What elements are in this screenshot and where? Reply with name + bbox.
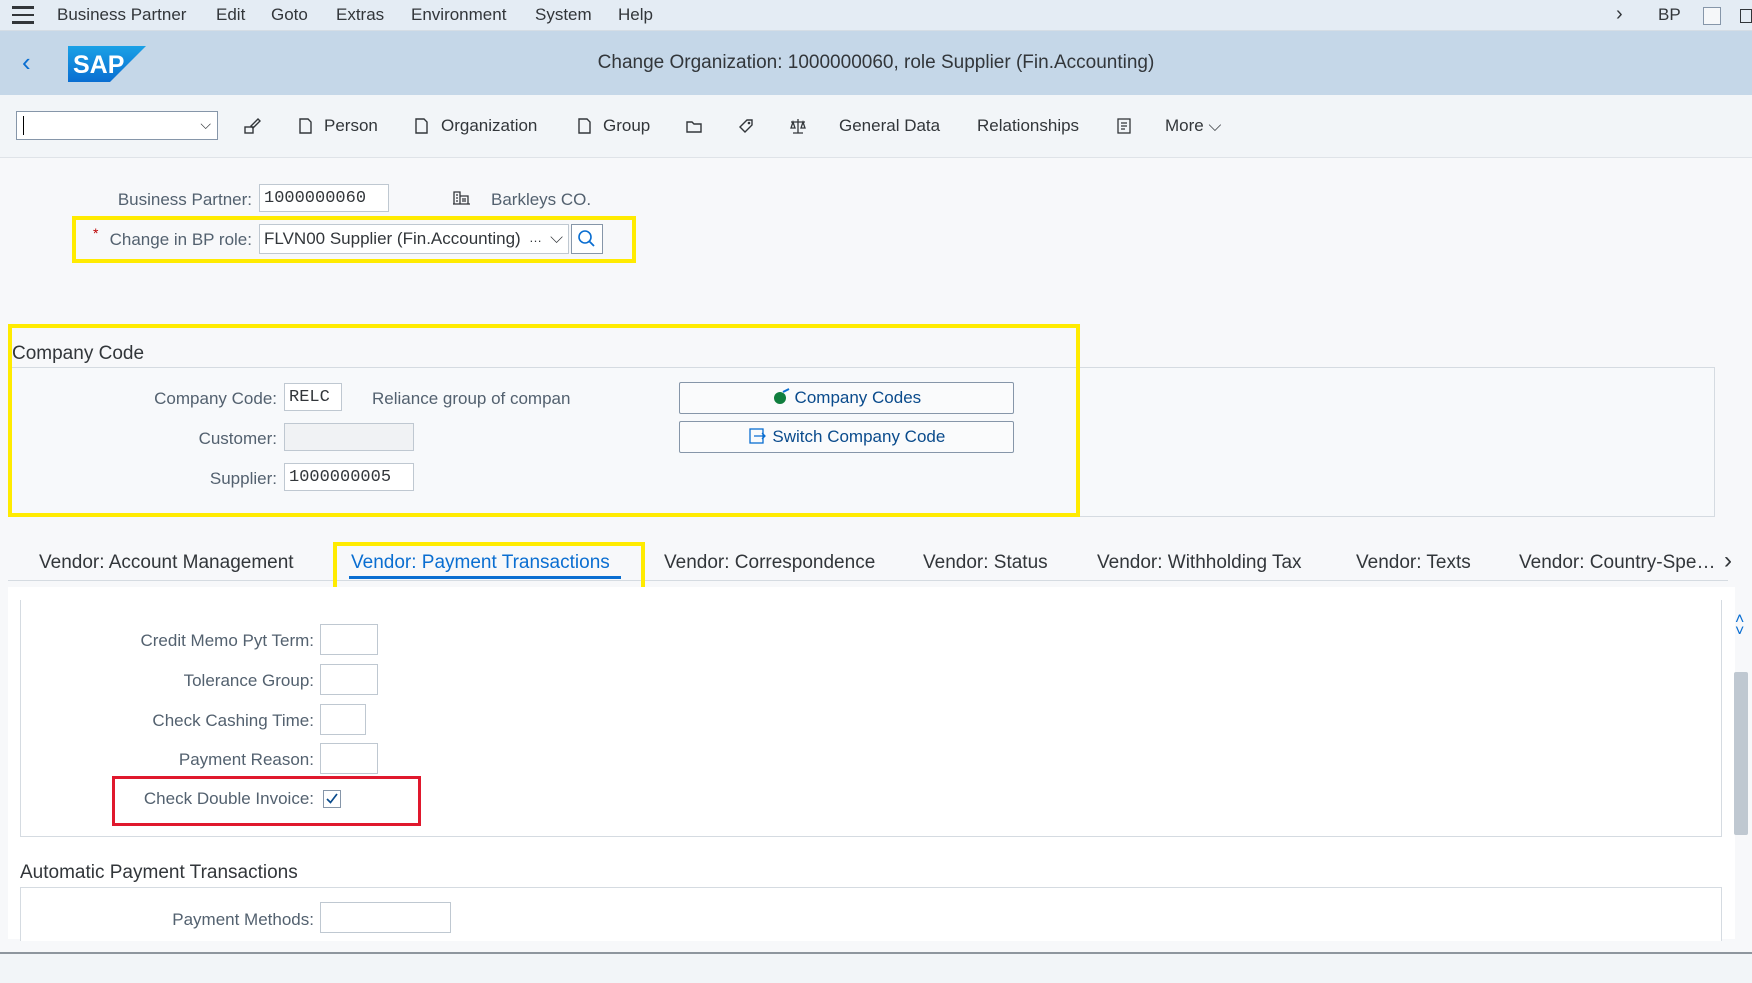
scroll-up-down-icon[interactable]: ˄ ˅ xyxy=(1735,612,1744,640)
menu-help[interactable]: Help xyxy=(618,5,653,25)
play-icon[interactable] xyxy=(1703,7,1721,25)
organization-icon xyxy=(453,191,470,205)
chevron-down-icon[interactable]: ⌵ xyxy=(550,228,563,248)
payment-methods-label: Payment Methods: xyxy=(172,910,314,929)
payment-reason-label: Payment Reason: xyxy=(178,750,314,769)
general-data-button[interactable]: General Data xyxy=(839,116,940,136)
credit-memo-field[interactable] xyxy=(320,624,378,655)
company-codes-button[interactable]: Company Codes xyxy=(679,382,1014,414)
relationships-button[interactable]: Relationships xyxy=(977,116,1079,136)
shell-header: ‹ SAP Change Organization: 1000000060, r… xyxy=(0,31,1752,95)
switch-icon xyxy=(749,428,766,444)
customer-field[interactable] xyxy=(284,423,414,451)
new-person-icon[interactable] xyxy=(296,117,314,135)
bp-role-select[interactable]: FLVN00 Supplier (Fin.Accounting) … ⌵ xyxy=(259,224,569,254)
chevron-right-icon[interactable]: › xyxy=(1616,3,1623,26)
tab-country-specific[interactable]: Vendor: Country-Spe… xyxy=(1519,552,1715,574)
tab-status[interactable]: Vendor: Status xyxy=(923,552,1048,574)
group-button[interactable]: Group xyxy=(603,116,650,136)
page-title: Change Organization: 1000000060, role Su… xyxy=(597,52,1155,73)
globe-check-icon xyxy=(773,388,790,404)
company-code-label: Company Code: xyxy=(154,389,277,408)
tab-account-management[interactable]: Vendor: Account Management xyxy=(39,552,294,574)
check-double-invoice-checkbox[interactable] xyxy=(323,790,341,808)
automatic-payment-section-title: Automatic Payment Transactions xyxy=(20,862,298,883)
more-button[interactable]: More ⌵ xyxy=(1165,116,1221,136)
checkmark-icon xyxy=(326,793,338,804)
edit-display-icon[interactable] xyxy=(243,117,261,135)
business-partner-field[interactable]: 1000000060 xyxy=(259,184,389,212)
menu-bar: Business Partner Edit Goto Extras Enviro… xyxy=(0,0,1752,31)
supplier-label: Supplier: xyxy=(209,469,277,488)
chevron-down-icon[interactable]: ⌵ xyxy=(200,116,211,133)
toolbar: ⌵ Person Organization Group General Data… xyxy=(0,95,1752,158)
company-code-field[interactable]: RELC xyxy=(284,383,342,411)
chevron-down-icon: ⌵ xyxy=(1208,116,1222,135)
menu-system[interactable]: System xyxy=(535,5,592,25)
payment-reason-field[interactable] xyxy=(320,743,378,774)
command-field[interactable]: ⌵ xyxy=(16,111,218,140)
tab-correspondence[interactable]: Vendor: Correspondence xyxy=(664,552,875,574)
status-bar xyxy=(0,952,1752,983)
tag-icon[interactable] xyxy=(737,117,755,135)
menu-edit[interactable]: Edit xyxy=(216,5,245,25)
tab-withholding-tax[interactable]: Vendor: Withholding Tax xyxy=(1097,552,1302,574)
company-code-section-title: Company Code xyxy=(12,343,145,364)
balance-scale-icon[interactable] xyxy=(789,117,807,135)
required-marker: * xyxy=(93,225,99,241)
menu-environment[interactable]: Environment xyxy=(411,5,506,25)
search-icon xyxy=(578,230,595,247)
organization-button[interactable]: Organization xyxy=(441,116,537,136)
credit-memo-label: Credit Memo Pyt Term: xyxy=(140,631,314,650)
hamburger-menu-icon[interactable] xyxy=(12,6,34,24)
open-folder-icon[interactable] xyxy=(685,117,703,135)
menu-extras[interactable]: Extras xyxy=(336,5,384,25)
hierarchy-icon[interactable] xyxy=(1115,117,1133,135)
chevron-right-icon[interactable]: › xyxy=(1724,547,1732,575)
scrollbar-thumb[interactable] xyxy=(1734,672,1748,835)
payment-methods-field[interactable] xyxy=(320,902,451,933)
tab-strip-divider xyxy=(8,580,1728,581)
window-icon[interactable] xyxy=(1740,9,1752,23)
check-cashing-label: Check Cashing Time: xyxy=(152,711,314,730)
check-cashing-field[interactable] xyxy=(320,704,366,735)
tab-texts[interactable]: Vendor: Texts xyxy=(1356,552,1471,574)
business-partner-label: Business Partner: xyxy=(117,190,252,209)
supplier-field[interactable]: 1000000005 xyxy=(284,463,414,491)
bp-role-label: Change in BP role: xyxy=(109,230,252,249)
menu-business-partner[interactable]: Business Partner xyxy=(57,5,186,25)
check-double-invoice-label: Check Double Invoice: xyxy=(143,789,314,808)
partner-name: Barkleys CO. xyxy=(491,190,592,209)
new-organization-icon[interactable] xyxy=(412,117,430,135)
company-code-description: Reliance group of compan xyxy=(372,389,571,408)
transaction-code-label: BP xyxy=(1658,5,1681,24)
switch-company-code-button[interactable]: Switch Company Code xyxy=(679,421,1014,453)
role-search-button[interactable] xyxy=(571,224,603,254)
person-button[interactable]: Person xyxy=(324,116,378,136)
new-group-icon[interactable] xyxy=(575,117,593,135)
customer-label: Customer: xyxy=(198,429,277,448)
menu-goto[interactable]: Goto xyxy=(271,5,308,25)
tolerance-group-field[interactable] xyxy=(320,664,378,695)
tolerance-group-label: Tolerance Group: xyxy=(183,671,314,690)
